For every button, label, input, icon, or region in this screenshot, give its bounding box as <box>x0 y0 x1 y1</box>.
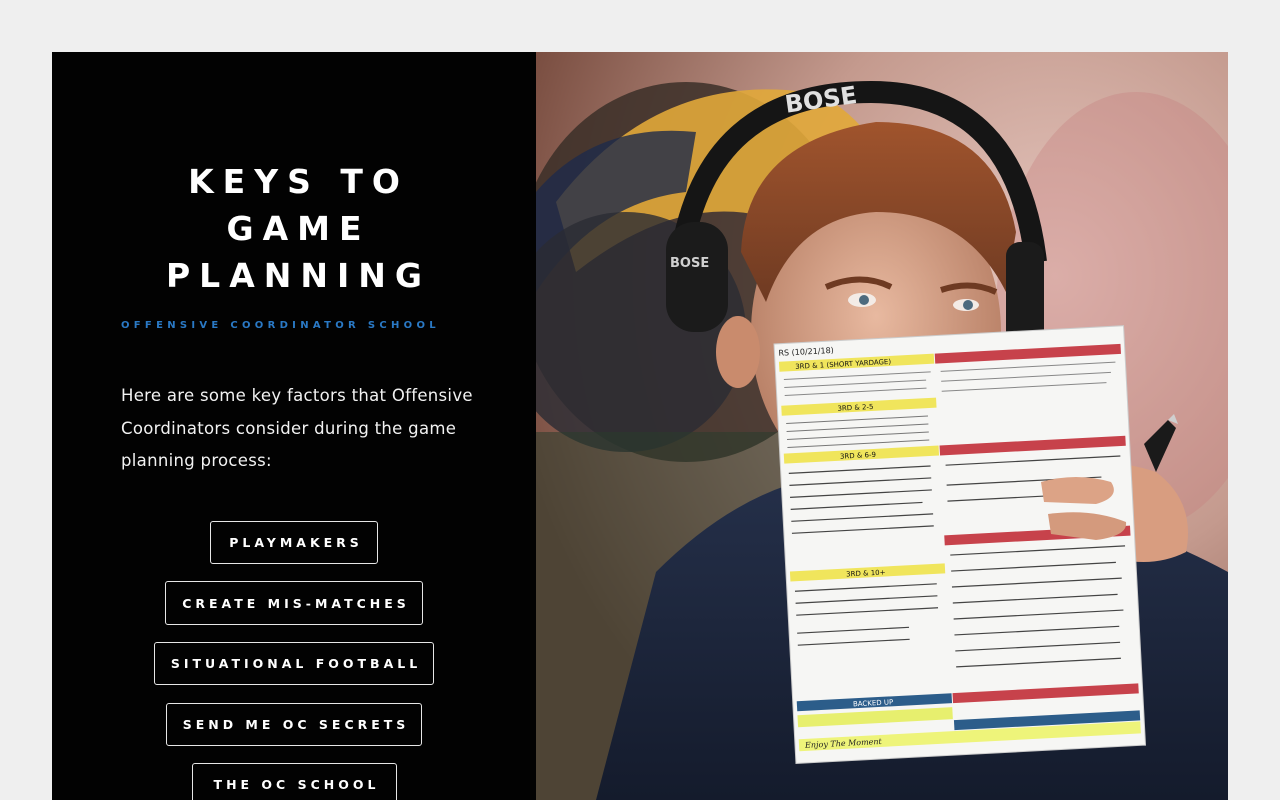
page-title: KEYS TO GAME PLANNING <box>52 158 536 299</box>
title-line-1: KEYS TO <box>188 162 409 201</box>
create-mismatches-button[interactable]: CREATE MIS-MATCHES <box>165 581 423 625</box>
the-oc-school-button[interactable]: THE OC SCHOOL <box>192 763 397 800</box>
hero-section: KEYS TO GAME PLANNING OFFENSIVE COORDINA… <box>52 52 1228 800</box>
hero-photo: BOSE BOSE RS (10/21/18) 3RD & 1 (SHORT Y… <box>536 52 1228 800</box>
situational-football-button[interactable]: SITUATIONAL FOOTBALL <box>154 642 434 685</box>
playmakers-button[interactable]: PLAYMAKERS <box>210 521 378 564</box>
title-line-3: PLANNING <box>166 256 431 295</box>
title-line-2: GAME <box>226 209 371 248</box>
intro-text: Here are some key factors that Offensive… <box>121 386 473 470</box>
send-me-oc-secrets-button[interactable]: SEND ME OC SECRETS <box>166 703 422 746</box>
headset-side-brand-text: BOSE <box>670 256 709 271</box>
hero-text-panel: KEYS TO GAME PLANNING OFFENSIVE COORDINA… <box>52 52 536 800</box>
coach-with-call-sheet-image: BOSE BOSE RS (10/21/18) 3RD & 1 (SHORT Y… <box>536 52 1228 800</box>
page-subtitle: OFFENSIVE COORDINATOR SCHOOL <box>121 320 440 331</box>
call-sheet: RS (10/21/18) 3RD & 1 (SHORT YARDAGE) 3R… <box>773 325 1147 764</box>
